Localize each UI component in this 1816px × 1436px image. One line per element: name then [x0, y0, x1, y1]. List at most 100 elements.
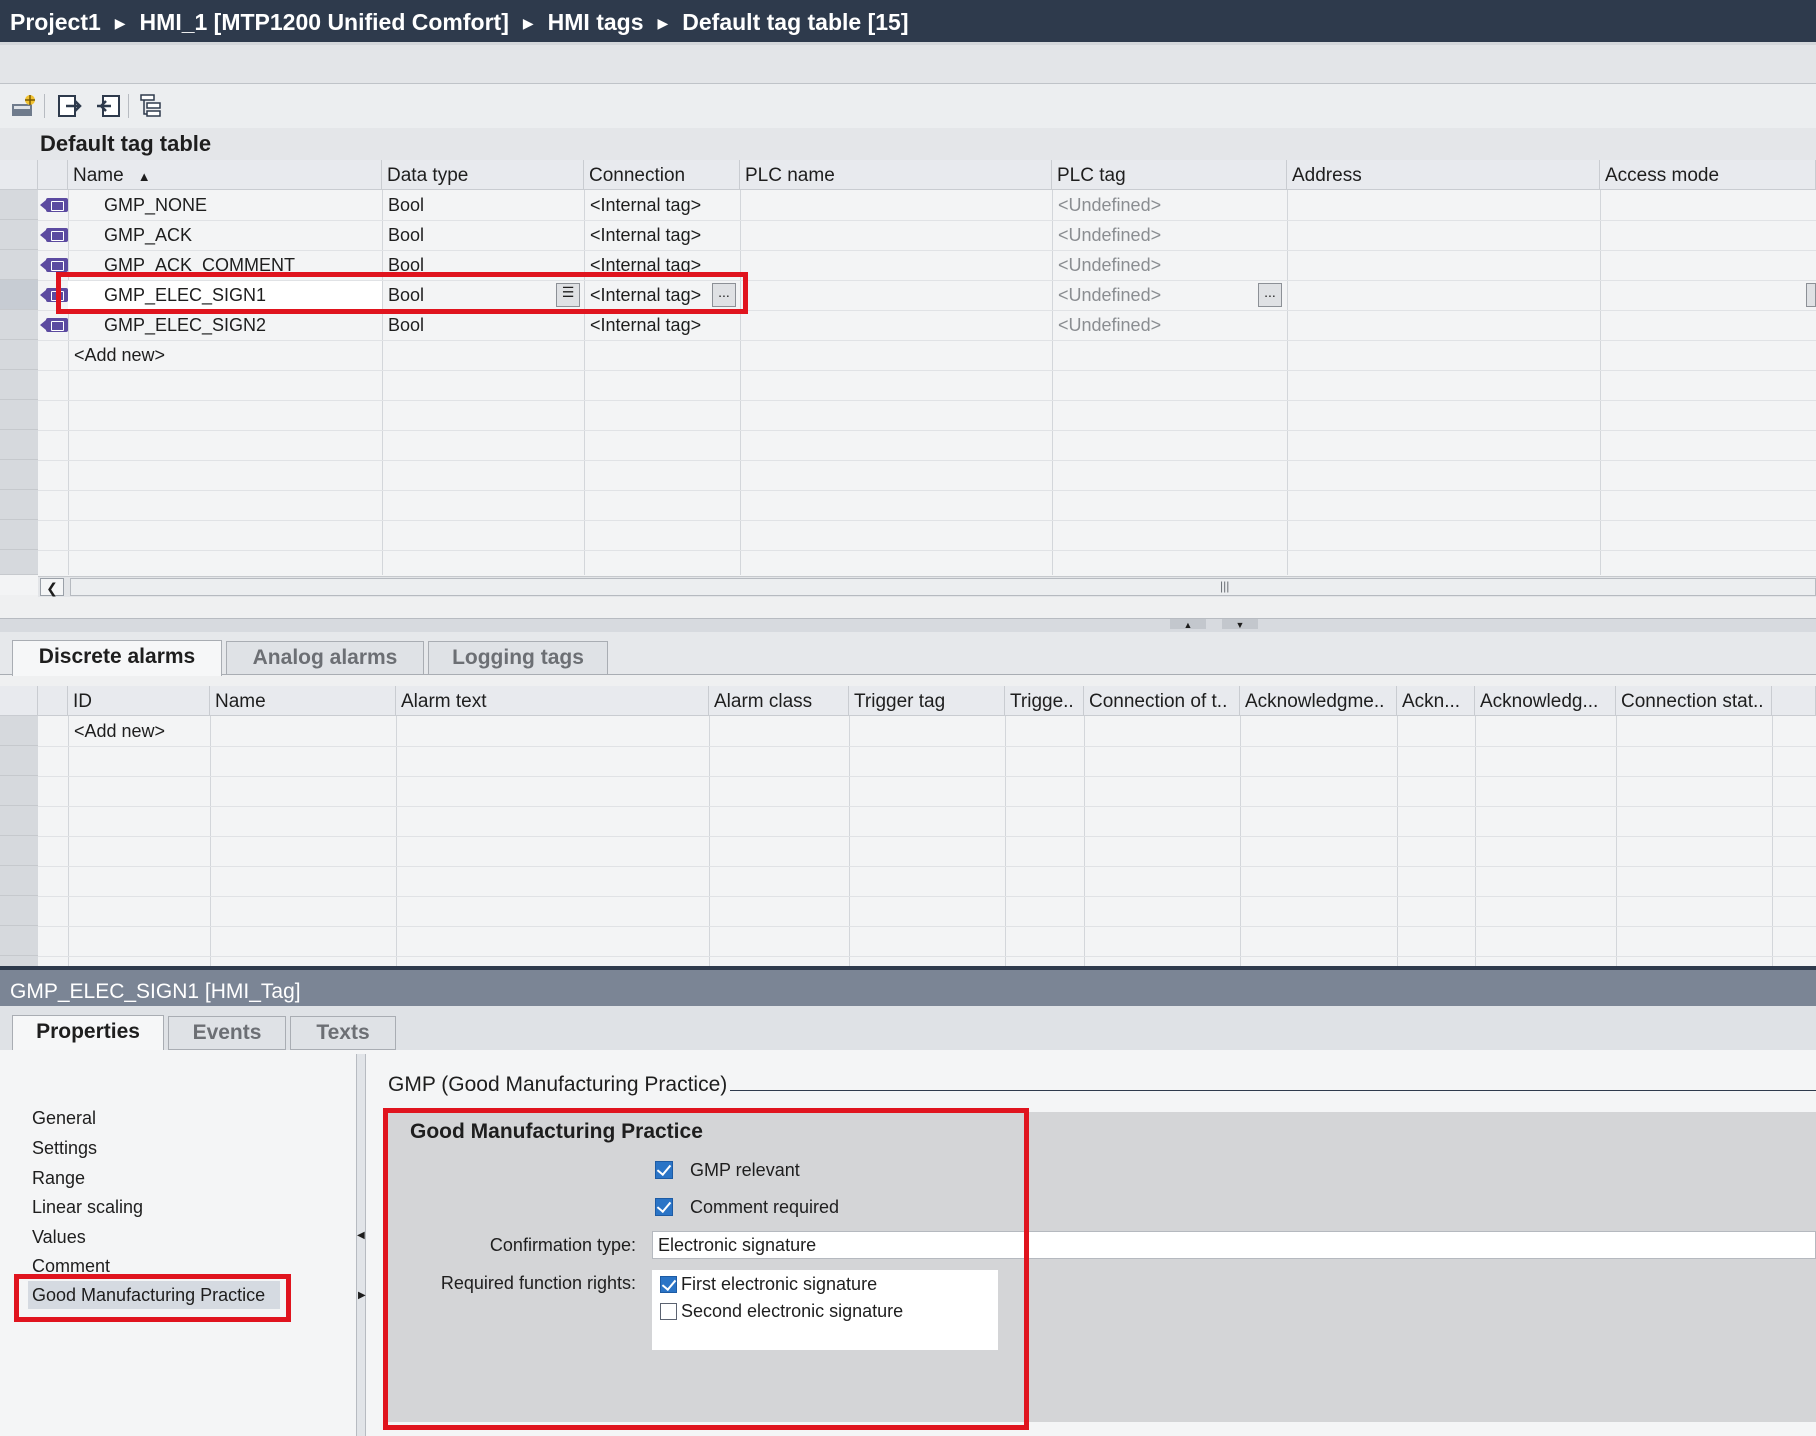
row-selector[interactable]: [0, 776, 38, 806]
toolbar-divider: [128, 94, 129, 118]
export-icon[interactable]: [56, 92, 84, 120]
header-corner: [0, 686, 38, 716]
plc-tag-cell[interactable]: <Undefined>: [1058, 190, 1161, 220]
tag-name-cell[interactable]: GMP_ELEC_SIGN2: [104, 310, 266, 340]
row-selector[interactable]: [0, 520, 38, 550]
tab-logging-tags[interactable]: Logging tags: [428, 641, 608, 675]
row-selector[interactable]: [0, 460, 38, 490]
collapse-down-icon[interactable]: ▼: [1222, 619, 1258, 630]
breadcrumb-project[interactable]: Project1: [10, 9, 101, 35]
row-selector[interactable]: [0, 926, 38, 956]
nav-splitter[interactable]: ◀ ▶: [356, 1054, 366, 1436]
highlight-gmp-group: [383, 1108, 1029, 1430]
row-selector[interactable]: [0, 400, 38, 430]
alarm-table: ID Name Alarm text Alarm class Trigger t…: [0, 686, 1816, 968]
collapse-left-icon[interactable]: ◀: [357, 1230, 365, 1241]
row-selector[interactable]: [0, 550, 38, 575]
scroll-left-icon[interactable]: ❮: [40, 578, 64, 596]
nav-item-range[interactable]: Range: [32, 1164, 85, 1192]
horizontal-scrollbar[interactable]: ❮ |||: [38, 576, 1816, 597]
column-header-plc-name[interactable]: PLC name: [740, 160, 1052, 190]
column-header-connection-status[interactable]: Connection stat..: [1616, 686, 1772, 716]
grid-line: [1287, 190, 1288, 575]
grid-line: [1052, 190, 1053, 575]
column-header-trigger-bit[interactable]: Trigge..: [1005, 686, 1084, 716]
nav-item-settings[interactable]: Settings: [32, 1134, 97, 1162]
column-header-plc-tag[interactable]: PLC tag: [1052, 160, 1287, 190]
import-icon[interactable]: [94, 92, 122, 120]
row-selector[interactable]: [0, 190, 38, 220]
collapse-up-icon[interactable]: ▲: [1170, 619, 1206, 630]
column-header-ack-bit[interactable]: Ackn...: [1397, 686, 1475, 716]
row-selector[interactable]: [0, 250, 38, 280]
breadcrumb-device[interactable]: HMI_1 [MTP1200 Unified Comfort]: [140, 9, 509, 35]
tab-events[interactable]: Events: [168, 1016, 286, 1050]
add-new-tag[interactable]: <Add new>: [74, 340, 165, 370]
column-header-alarm-class[interactable]: Alarm class: [709, 686, 849, 716]
grid-line: [1616, 716, 1617, 968]
grid-line: [38, 746, 1816, 747]
section-rule: [730, 1090, 1816, 1091]
nav-item-values[interactable]: Values: [32, 1223, 86, 1251]
column-header-connection-of-trigger[interactable]: Connection of t..: [1084, 686, 1240, 716]
tab-analog-alarms[interactable]: Analog alarms: [226, 641, 424, 675]
tab-discrete-alarms[interactable]: Discrete alarms: [12, 640, 222, 676]
column-header-acknowledgment-control[interactable]: Acknowledg...: [1475, 686, 1616, 716]
tag-name-cell[interactable]: GMP_NONE: [104, 190, 207, 220]
column-header-name[interactable]: Name: [210, 686, 396, 716]
column-header-data-type[interactable]: Data type: [382, 160, 584, 190]
data-type-cell[interactable]: Bool: [388, 310, 424, 340]
row-selector[interactable]: [0, 280, 38, 310]
grip-icon: |||: [1220, 579, 1230, 593]
tab-properties[interactable]: Properties: [12, 1015, 164, 1051]
plc-tag-cell[interactable]: <Undefined>: [1058, 220, 1161, 250]
column-header-id[interactable]: ID: [68, 686, 210, 716]
splitter[interactable]: ▲ ▼: [0, 618, 1816, 633]
row-selector[interactable]: [0, 490, 38, 520]
column-header-access-mode[interactable]: Access mode: [1600, 160, 1816, 190]
scrollbar-thumb[interactable]: [70, 578, 1816, 596]
grid-line: [849, 716, 850, 968]
plc-tag-cell[interactable]: <Undefined>: [1058, 310, 1161, 340]
column-header-connection[interactable]: Connection: [584, 160, 740, 190]
plc-tag-cell[interactable]: <Undefined>: [1058, 280, 1161, 310]
table-settings-icon[interactable]: [138, 92, 166, 120]
nav-item-general[interactable]: General: [32, 1104, 96, 1132]
row-selector[interactable]: [0, 310, 38, 340]
row-selector[interactable]: [0, 836, 38, 866]
expand-right-icon[interactable]: ▶: [358, 1290, 366, 1301]
row-selector[interactable]: [0, 716, 38, 746]
column-header-alarm-text[interactable]: Alarm text: [396, 686, 709, 716]
row-selector[interactable]: [0, 430, 38, 460]
data-type-cell[interactable]: Bool: [388, 190, 424, 220]
add-new-alarm[interactable]: <Add new>: [74, 716, 165, 746]
nav-item-linear-scaling[interactable]: Linear scaling: [32, 1193, 143, 1221]
column-header-acknowledgment-tag[interactable]: Acknowledgme..: [1240, 686, 1397, 716]
column-header-address[interactable]: Address: [1287, 160, 1600, 190]
row-selector[interactable]: [0, 370, 38, 400]
highlight-nav-gmp: [14, 1274, 291, 1322]
table-title: Default tag table: [0, 128, 1816, 160]
access-mode-dropdown-button[interactable]: [1806, 283, 1816, 307]
row-selector[interactable]: [0, 220, 38, 250]
grid-line: [709, 716, 710, 968]
data-type-cell[interactable]: Bool: [388, 220, 424, 250]
add-tag-icon[interactable]: [10, 92, 38, 120]
grid-line: [68, 190, 69, 575]
row-selector[interactable]: [0, 746, 38, 776]
connection-cell[interactable]: <Internal tag>: [590, 190, 701, 220]
row-selector[interactable]: [0, 866, 38, 896]
column-header-trigger-tag[interactable]: Trigger tag: [849, 686, 1005, 716]
grid-line: [1475, 716, 1476, 968]
connection-cell[interactable]: <Internal tag>: [590, 220, 701, 250]
column-header-name[interactable]: Name ▲: [68, 160, 382, 190]
connection-cell[interactable]: <Internal tag>: [590, 310, 701, 340]
plc-tag-browse-button[interactable]: ...: [1258, 283, 1282, 307]
row-selector[interactable]: [0, 896, 38, 926]
plc-tag-cell[interactable]: <Undefined>: [1058, 250, 1161, 280]
row-selector[interactable]: [0, 806, 38, 836]
tab-texts[interactable]: Texts: [290, 1016, 396, 1050]
tag-name-cell[interactable]: GMP_ACK: [104, 220, 192, 250]
row-selector[interactable]: [0, 340, 38, 370]
breadcrumb-hmi-tags[interactable]: HMI tags: [548, 9, 644, 35]
